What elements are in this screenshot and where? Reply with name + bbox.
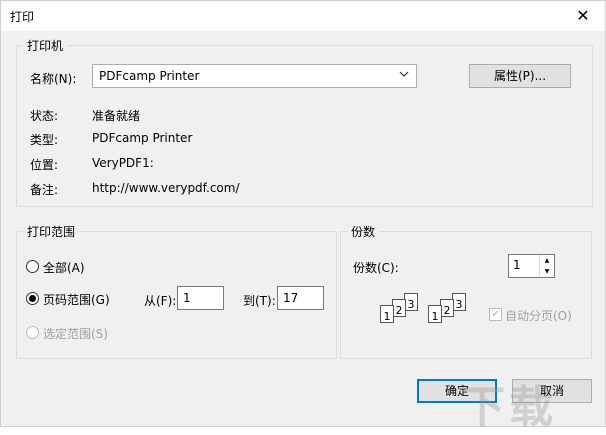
- printer-group-label: 打印机: [27, 39, 64, 53]
- page-icon-3: 3: [404, 293, 418, 311]
- type-label: 类型:: [30, 133, 59, 147]
- all-pages-label[interactable]: 全部(A): [43, 259, 85, 276]
- collate-stack-2: 3 2 1: [424, 293, 468, 333]
- page-range-radio[interactable]: [26, 292, 39, 305]
- collate-label: 自动分页(O): [505, 309, 572, 323]
- copies-group-label: 份数: [351, 225, 376, 239]
- printer-select[interactable]: PDFcamp Printer: [92, 64, 417, 88]
- title-bar[interactable]: 打印 ✕: [1, 1, 605, 31]
- stepper-arrows[interactable]: ▲ ▼: [539, 255, 554, 277]
- printer-name-label: 名称(N):: [30, 72, 77, 86]
- stepper-up-icon[interactable]: ▲: [540, 255, 554, 266]
- close-icon[interactable]: ✕: [561, 1, 605, 31]
- selection-radio[interactable]: [26, 326, 39, 339]
- printer-select-value: PDFcamp Printer: [99, 69, 200, 83]
- comment-value: http://www.verypdf.com/: [92, 181, 240, 195]
- location-label: 位置:: [30, 158, 59, 172]
- status-value: 准备就绪: [92, 109, 141, 123]
- page-range-label[interactable]: 页码范围(G): [43, 291, 110, 308]
- collate-stack-1: 3 2 1: [376, 293, 420, 333]
- page-icon-2: 2: [392, 299, 406, 317]
- status-label: 状态:: [30, 109, 59, 123]
- print-dialog: 打印 ✕ 打印机 名称(N): PDFcamp Printer 属性(P)...…: [0, 0, 606, 433]
- comment-label: 备注:: [30, 183, 59, 197]
- collate-checkbox[interactable]: ✓: [489, 308, 502, 321]
- stepper-down-icon[interactable]: ▼: [540, 266, 554, 277]
- print-range-group-label: 打印范围: [27, 225, 76, 239]
- page-icon-3: 3: [452, 293, 466, 311]
- location-value: VeryPDF1:: [92, 156, 154, 170]
- from-label: 从(F):: [144, 294, 177, 308]
- selection-label: 选定范围(S): [43, 327, 108, 341]
- window-title: 打印: [10, 10, 35, 24]
- page-icon-1: 1: [380, 305, 394, 323]
- all-pages-radio[interactable]: [26, 260, 39, 273]
- copies-label: 份数(C):: [353, 261, 399, 275]
- copies-value: 1: [513, 258, 521, 272]
- properties-button[interactable]: 属性(P)...: [469, 64, 571, 88]
- copies-group: 份数: [340, 223, 592, 359]
- chevron-down-icon: [399, 68, 409, 83]
- page-icon-1: 1: [428, 305, 442, 323]
- to-label: 到(T):: [243, 294, 276, 308]
- from-input[interactable]: 1: [177, 286, 224, 310]
- watermark-logo: 下载: [461, 382, 557, 433]
- page-icon-2: 2: [440, 299, 454, 317]
- type-value: PDFcamp Printer: [92, 131, 193, 145]
- copies-stepper[interactable]: 1 ▲ ▼: [508, 254, 555, 278]
- to-input[interactable]: 17: [277, 286, 324, 310]
